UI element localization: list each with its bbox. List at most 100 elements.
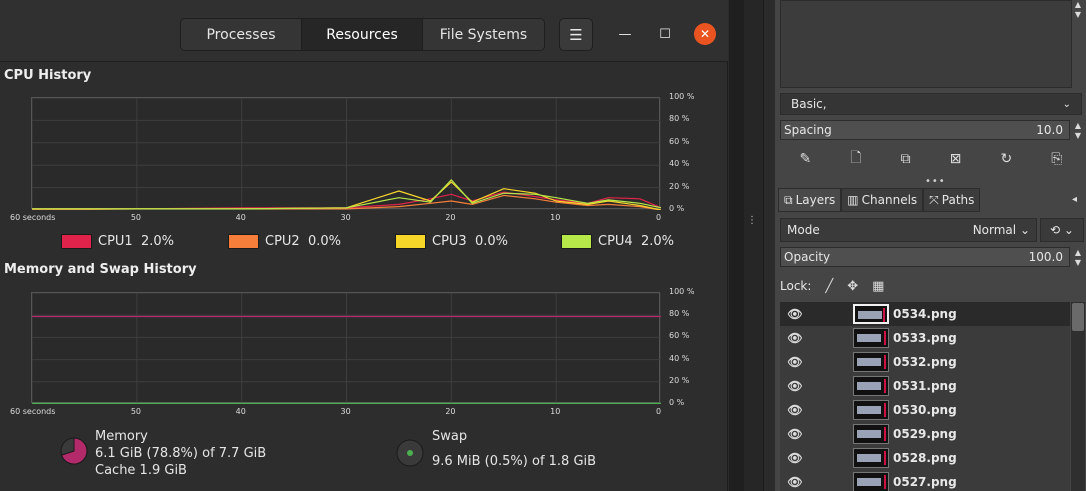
dock-grip-icon[interactable]: ⋮ [747, 216, 757, 226]
spacing-spinner[interactable]: Spacing 10.0 [780, 120, 1070, 140]
memory-label: Memory [95, 429, 148, 444]
tab-paths-label: Paths [941, 193, 975, 207]
layer-row[interactable]: 👁 0530.png [780, 398, 1070, 422]
chevron-down-icon: ⌄ [1019, 223, 1030, 237]
layer-name: 0533.png [893, 331, 957, 345]
layers-icon: ⧉ [784, 192, 793, 207]
legend-cpu2: CPU2 0.0% [228, 234, 341, 249]
opacity-label: Opacity [784, 250, 831, 264]
paths-icon: ⤧ [929, 192, 939, 207]
tab-channels[interactable]: ▥ Channels [841, 188, 924, 212]
x-tick-label: 60 seconds [10, 213, 56, 222]
open-as-image-icon[interactable]: ⎘ [1051, 151, 1062, 167]
tab-resources[interactable]: Resources [302, 19, 423, 50]
menu-button[interactable]: ☰ [559, 18, 593, 51]
tab-processes[interactable]: Processes [181, 19, 302, 50]
cpu2-color-swatch[interactable] [228, 234, 259, 249]
layer-mode-select[interactable]: Mode Normal ⌄ [780, 218, 1037, 242]
mode-reset-button[interactable]: ⟲ ⌄ [1040, 218, 1084, 242]
layer-row[interactable]: 👁 0532.png [780, 350, 1070, 374]
memory-history-graph [31, 292, 661, 404]
lock-pixels-icon[interactable]: ╱ [825, 279, 833, 294]
dock-menu-icon[interactable]: ◂ [1072, 194, 1077, 205]
duplicate-brush-icon[interactable]: ⧉ [901, 151, 911, 167]
layer-row[interactable]: 👁 0527.png [780, 470, 1070, 491]
layer-thumbnail [853, 448, 889, 468]
layer-row[interactable]: 👁 0534.png [780, 302, 1070, 326]
x-tick-label: 30 [340, 407, 351, 416]
eye-icon[interactable]: 👁 [786, 379, 804, 393]
tab-layers[interactable]: ⧉ Layers [778, 188, 842, 212]
minimize-button[interactable]: — [614, 23, 636, 45]
scrollbar-thumb[interactable] [1072, 303, 1084, 331]
spacing-label: Spacing [784, 123, 832, 137]
layer-row[interactable]: 👁 0533.png [780, 326, 1070, 350]
memory-pie-icon[interactable] [59, 436, 89, 466]
eye-icon[interactable]: 👁 [786, 355, 804, 369]
lock-alpha-icon[interactable]: ▦ [872, 279, 884, 294]
memory-history-title: Memory and Swap History [4, 262, 197, 277]
eye-icon[interactable]: 👁 [786, 427, 804, 441]
brush-preview-area[interactable] [780, 0, 1072, 88]
new-brush-icon[interactable]: 🗋 [850, 147, 861, 171]
dock-separator-dots[interactable]: ••• [925, 176, 946, 187]
brush-select[interactable]: Basic, ⌄ [780, 93, 1082, 115]
edit-brush-icon[interactable]: ✎ [800, 151, 812, 167]
layer-name: 0534.png [893, 307, 957, 321]
y-tick-label: 40 % [669, 159, 690, 169]
lock-position-icon[interactable]: ✥ [847, 279, 858, 294]
eye-icon[interactable]: 👁 [786, 307, 804, 321]
close-button[interactable]: ✕ [694, 23, 716, 45]
background-window-edge [729, 0, 744, 491]
system-monitor-window: Processes Resources File Systems ☰ — ☐ ✕… [0, 0, 728, 491]
preview-scroll-arrows[interactable]: ▲ ▼ [1072, 0, 1084, 20]
tab-file-systems[interactable]: File Systems [423, 19, 544, 50]
eye-icon[interactable]: 👁 [786, 475, 804, 489]
refresh-icon[interactable]: ↻ [1000, 151, 1012, 167]
layer-thumbnail [853, 304, 889, 324]
x-tick-label: 40 [235, 213, 246, 222]
maximize-button[interactable]: ☐ [654, 23, 676, 45]
cpu4-color-swatch[interactable] [561, 234, 592, 249]
legend-value: 0.0% [474, 234, 508, 249]
y-tick-label: 20 % [669, 375, 690, 385]
mode-label: Mode [787, 223, 820, 237]
y-tick-label: 60 % [669, 331, 690, 341]
x-tick-label: 40 [235, 407, 246, 416]
layer-row[interactable]: 👁 0529.png [780, 422, 1070, 446]
hamburger-icon: ☰ [569, 25, 583, 44]
layer-name: 0530.png [893, 403, 957, 417]
tab-paths[interactable]: ⤧ Paths [923, 188, 981, 212]
y-tick-label: 80 % [669, 114, 690, 124]
layer-thumbnail [853, 376, 889, 396]
minimize-icon: — [618, 26, 632, 42]
swap-pie-icon[interactable] [396, 439, 424, 467]
delete-brush-icon[interactable]: ⊠ [950, 151, 962, 167]
eye-icon[interactable]: 👁 [786, 331, 804, 345]
x-tick-label: 50 [130, 407, 142, 416]
swap-info: Swap 9.6 MiB (0.5%) of 1.8 GiB [432, 428, 596, 470]
opacity-stepper[interactable]: ▲ ▼ [1072, 248, 1084, 268]
lock-label: Lock: [780, 279, 812, 293]
cpu3-color-swatch[interactable] [395, 234, 426, 249]
legend-value: 2.0% [640, 234, 674, 249]
swap-used: 9.6 MiB (0.5%) of 1.8 GiB [432, 454, 597, 469]
layer-name: 0531.png [893, 379, 957, 393]
opacity-spinner[interactable]: Opacity 100.0 [780, 247, 1070, 267]
legend-value: 0.0% [307, 234, 341, 249]
cpu-history-graph [31, 97, 661, 210]
mode-value: Normal [972, 223, 1017, 237]
layer-row[interactable]: 👁 0528.png [780, 446, 1070, 470]
y-tick-label: 100 % [669, 287, 695, 296]
x-tick-label: 60 seconds [10, 407, 56, 416]
y-tick-label: 0 % [669, 204, 685, 213]
layer-row[interactable]: 👁 0531.png [780, 374, 1070, 398]
legend-cpu3: CPU3 0.0% [395, 234, 508, 249]
eye-icon[interactable]: 👁 [786, 403, 804, 417]
spacing-stepper[interactable]: ▲ ▼ [1072, 121, 1084, 141]
layer-thumbnail [853, 328, 889, 348]
eye-icon[interactable]: 👁 [786, 451, 804, 465]
cpu1-color-swatch[interactable] [61, 234, 92, 249]
legend-label: CPU3 [432, 234, 467, 249]
tab-layers-label: Layers [795, 193, 836, 207]
